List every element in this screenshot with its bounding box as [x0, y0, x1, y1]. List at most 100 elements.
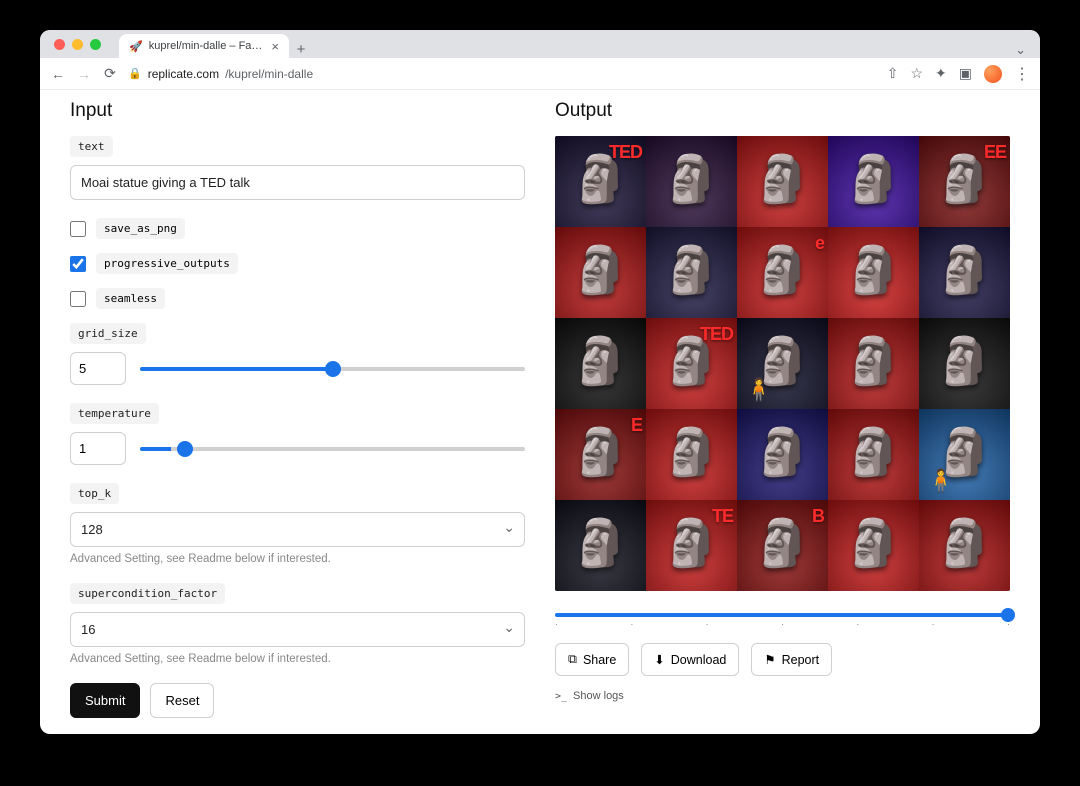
forward-button[interactable]: →	[76, 66, 92, 82]
label-seamless: seamless	[96, 288, 165, 309]
lock-icon: 🔒	[128, 67, 142, 80]
reset-button[interactable]: Reset	[150, 683, 214, 718]
share-button[interactable]: ⧉Share	[555, 643, 629, 676]
person-icon: 🧍	[745, 377, 772, 403]
close-window-button[interactable]	[54, 39, 65, 50]
terminal-icon: >_	[555, 691, 567, 702]
window-controls	[54, 30, 119, 58]
output-grid-cell: 🗿	[555, 500, 646, 591]
field-top-k: top_k 128 Advanced Setting, see Readme b…	[70, 483, 525, 565]
kebab-menu-icon[interactable]: ⋮	[1014, 64, 1030, 84]
temperature-slider[interactable]	[140, 447, 525, 451]
side-panel-icon[interactable]: ▣	[959, 65, 972, 82]
moai-icon: 🗿	[845, 155, 902, 201]
output-grid-cell: 🗿	[828, 409, 919, 500]
output-grid-cell: 🗿EE	[919, 136, 1010, 227]
moai-icon: 🗿	[754, 337, 811, 383]
ted-text: EE	[984, 142, 1006, 163]
output-heading: Output	[555, 100, 1010, 122]
bookmark-icon[interactable]: ☆	[910, 65, 923, 82]
output-grid-cell: 🗿	[828, 227, 919, 318]
url-domain: replicate.com	[148, 67, 219, 81]
checkbox-seamless[interactable]	[70, 291, 86, 307]
output-grid-cell: 🗿	[919, 500, 1010, 591]
output-grid-cell: 🗿🧍	[737, 318, 828, 409]
field-text: text	[70, 136, 525, 200]
browser-tab[interactable]: 🚀 kuprel/min-dalle – Fast, minim… ×	[119, 34, 289, 58]
back-button[interactable]: ←	[50, 66, 66, 82]
checkbox-save-as-png[interactable]	[70, 221, 86, 237]
field-temperature: temperature	[70, 403, 525, 465]
top-k-hint: Advanced Setting, see Readme below if in…	[70, 553, 525, 565]
person-icon: 🧍	[927, 468, 954, 494]
supercondition-factor-hint: Advanced Setting, see Readme below if in…	[70, 653, 525, 665]
output-grid-cell: 🗿	[919, 227, 1010, 318]
url-display[interactable]: 🔒 replicate.com/kuprel/min-dalle	[128, 67, 877, 81]
output-grid-cell: 🗿	[646, 227, 737, 318]
label-progressive-outputs: progressive_outputs	[96, 253, 238, 274]
ted-text: e	[815, 233, 824, 254]
field-seamless[interactable]: seamless	[70, 288, 525, 309]
profile-avatar[interactable]	[984, 65, 1002, 83]
moai-icon: 🗿	[936, 428, 993, 474]
moai-icon: 🗿	[663, 246, 720, 292]
field-supercondition-factor: supercondition_factor 16 Advanced Settin…	[70, 583, 525, 665]
moai-icon: 🗿	[845, 519, 902, 565]
grid-size-slider[interactable]	[140, 367, 525, 371]
url-path: /kuprel/min-dalle	[225, 67, 313, 81]
moai-icon: 🗿	[754, 155, 811, 201]
output-grid-cell: 🗿E	[555, 409, 646, 500]
output-grid-cell: 🗿TED	[646, 318, 737, 409]
top-k-select[interactable]: 128	[70, 512, 525, 547]
share-page-icon[interactable]: ⇧	[887, 65, 899, 82]
supercondition-factor-select[interactable]: 16	[70, 612, 525, 647]
moai-icon: 🗿	[572, 246, 629, 292]
tab-overflow-icon[interactable]: ⌄	[1015, 42, 1026, 58]
download-button[interactable]: ⬇Download	[641, 643, 739, 676]
new-tab-button[interactable]: +	[289, 41, 313, 58]
output-grid-cell: 🗿	[737, 409, 828, 500]
output-grid-cell: 🗿	[828, 500, 919, 591]
show-logs-toggle[interactable]: >_ Show logs	[555, 690, 1010, 702]
ted-text: TED	[700, 324, 733, 345]
label-grid-size: grid_size	[70, 323, 146, 344]
moai-icon: 🗿	[572, 337, 629, 383]
moai-icon: 🗿	[845, 246, 902, 292]
output-grid-cell: 🗿	[828, 136, 919, 227]
input-panel: Input text save_as_png progressive_outpu…	[70, 100, 525, 718]
label-text: text	[70, 136, 113, 157]
field-grid-size: grid_size	[70, 323, 525, 385]
output-grid-cell: 🗿	[646, 136, 737, 227]
reload-button[interactable]: ⟳	[102, 65, 118, 82]
page-content: Input text save_as_png progressive_outpu…	[40, 90, 1040, 734]
moai-icon: 🗿	[572, 428, 629, 474]
field-save-as-png[interactable]: save_as_png	[70, 218, 525, 239]
address-bar: ← → ⟳ 🔒 replicate.com/kuprel/min-dalle ⇧…	[40, 58, 1040, 90]
grid-size-number[interactable]	[70, 352, 126, 385]
text-input[interactable]	[70, 165, 525, 200]
field-progressive-outputs[interactable]: progressive_outputs	[70, 253, 525, 274]
ted-text: E	[631, 415, 642, 436]
checkbox-progressive-outputs[interactable]	[70, 256, 86, 272]
moai-icon: 🗿	[572, 519, 629, 565]
extensions-icon[interactable]: ✦	[935, 65, 947, 82]
moai-icon: 🗿	[754, 428, 811, 474]
moai-icon: 🗿	[936, 519, 993, 565]
input-heading: Input	[70, 100, 525, 122]
fullscreen-window-button[interactable]	[90, 39, 101, 50]
tab-strip: 🚀 kuprel/min-dalle – Fast, minim… × + ⌄	[40, 30, 1040, 58]
moai-icon: 🗿	[936, 246, 993, 292]
ted-text: TED	[609, 142, 642, 163]
submit-button[interactable]: Submit	[70, 683, 140, 718]
output-progress-slider[interactable]: ·······	[555, 605, 1010, 625]
minimize-window-button[interactable]	[72, 39, 83, 50]
output-grid-cell: 🗿	[555, 318, 646, 409]
tab-favicon: 🚀	[129, 40, 143, 53]
label-supercondition-factor: supercondition_factor	[70, 583, 225, 604]
report-button[interactable]: ⚑Report	[751, 643, 832, 676]
close-tab-icon[interactable]: ×	[271, 39, 279, 54]
moai-icon: 🗿	[845, 337, 902, 383]
moai-icon: 🗿	[754, 246, 811, 292]
moai-icon: 🗿	[845, 428, 902, 474]
temperature-number[interactable]	[70, 432, 126, 465]
